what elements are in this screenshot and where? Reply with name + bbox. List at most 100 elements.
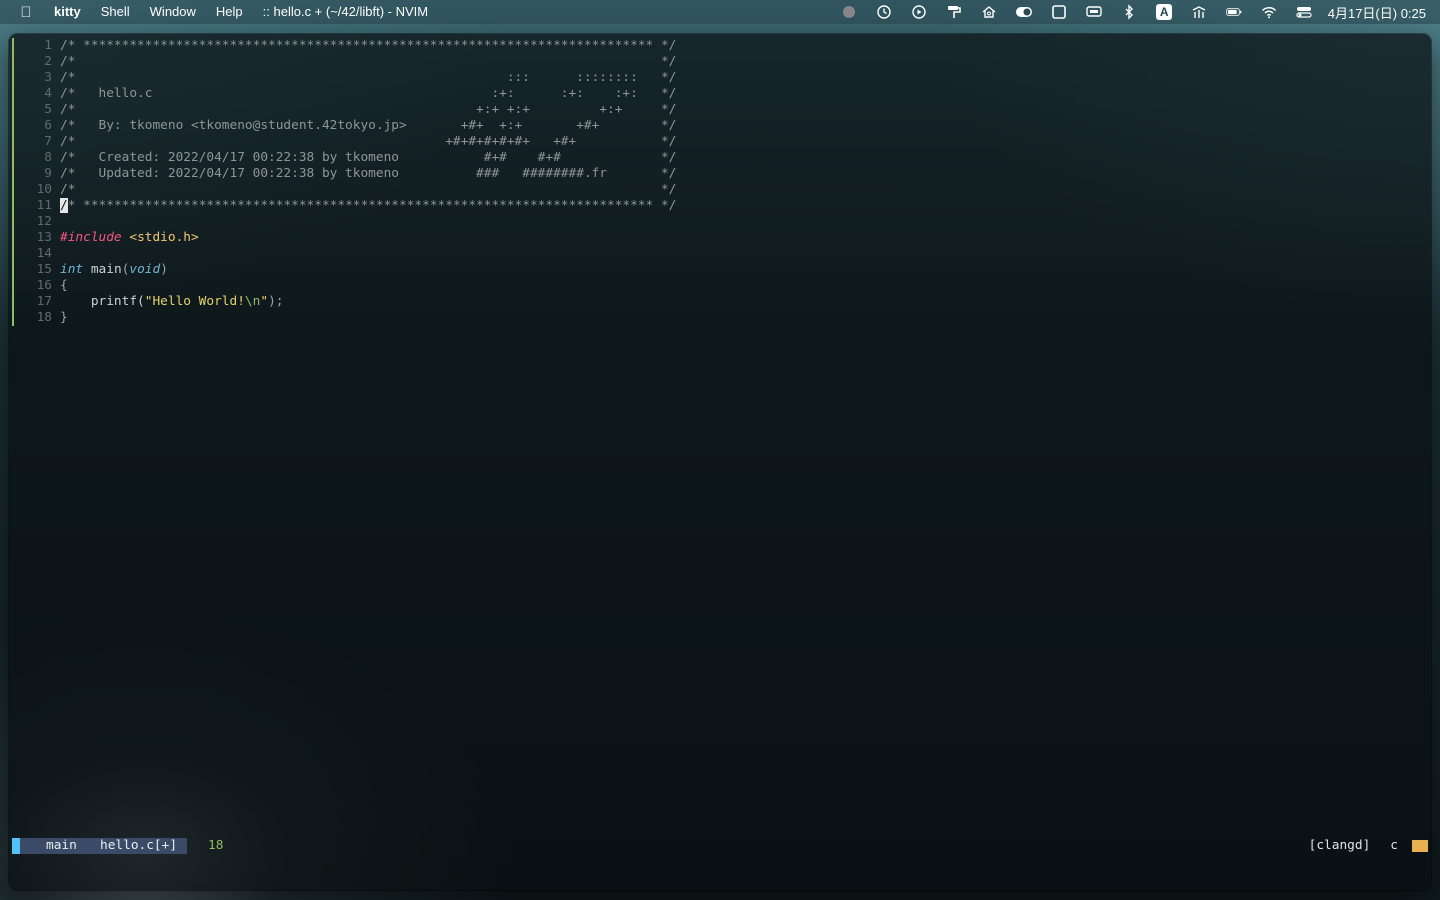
- statusline-right: [clangd] c: [1297, 838, 1428, 854]
- editor-buffer[interactable]: 1 /* ************************************…: [12, 38, 1422, 326]
- string-literal: "Hello World!: [144, 294, 245, 309]
- code-line: 17 printf("Hello World!\n");: [12, 294, 1422, 310]
- code-line: 1 /* ************************************…: [12, 38, 1422, 54]
- code-line: 3 /* ::: :::::::: */: [12, 70, 1422, 86]
- include-keyword: #include: [60, 230, 122, 245]
- line-number: 2: [44, 54, 52, 69]
- menu-clock[interactable]: 4月17日(日) 0:25: [1322, 3, 1426, 22]
- line-number: 8: [44, 150, 52, 165]
- code-text[interactable]: /* Created: 2022/04/17 00:22:38 by tkome…: [60, 150, 676, 166]
- mode-indicator: [12, 838, 20, 854]
- type-keyword: void: [129, 262, 161, 277]
- code-line: 9 /* Updated: 2022/04/17 00:22:38 by tkom…: [12, 166, 1422, 182]
- line-number: 6: [44, 118, 52, 133]
- escape-sequence: \n: [244, 294, 261, 309]
- code-text[interactable]: /* +:+ +:+ +:+ */: [60, 102, 676, 118]
- line-number: 4: [44, 86, 52, 101]
- line-number: 18: [36, 310, 52, 325]
- code-line: 4 /* hello.c :+: :+: :+: */: [12, 86, 1422, 102]
- code-text[interactable]: /* */: [60, 182, 676, 198]
- code-line: 16 {: [12, 278, 1422, 294]
- line-number: 10: [36, 182, 52, 197]
- input-source-icon[interactable]: A: [1147, 0, 1182, 24]
- code-text[interactable]: /* ::: :::::::: */: [60, 70, 676, 86]
- code-text[interactable]: /* */: [60, 54, 676, 70]
- include-header: <stdio.h>: [129, 230, 199, 245]
- line-number: 7: [44, 134, 52, 149]
- code-line: 5 /* +:+ +:+ +:+ */: [12, 102, 1422, 118]
- code-text[interactable]: }: [60, 310, 68, 326]
- function-name: main: [90, 262, 122, 277]
- code-line: 11 /* ***********************************…: [12, 198, 1422, 214]
- code-line: 2 /* */: [12, 54, 1422, 70]
- code-line: 7 /* +#+#+#+#+#+ +#+ */: [12, 134, 1422, 150]
- network-icon[interactable]: [1182, 0, 1217, 24]
- code-line: 13 #include <stdio.h>: [12, 230, 1422, 246]
- control-center-icon[interactable]: [1287, 0, 1322, 24]
- input-source-label: A: [1156, 4, 1173, 20]
- code-text[interactable]: printf("Hello World!\n");: [60, 294, 284, 310]
- window-icon[interactable]: [1042, 0, 1077, 24]
- play-circle-icon[interactable]: [902, 0, 937, 24]
- code-line: 6 /* By: tkomeno <tkomeno@student.42tokyo…: [12, 118, 1422, 134]
- git-branch-section: main hello.c[+]: [20, 838, 187, 854]
- menu-shell[interactable]: Shell: [91, 0, 140, 24]
- filetype-label: c: [1390, 838, 1398, 853]
- toggle-icon[interactable]: [1007, 0, 1042, 24]
- line-number: 5: [44, 102, 52, 117]
- bluetooth-icon[interactable]: [1112, 0, 1147, 24]
- line-number: 15: [36, 262, 52, 277]
- code-text[interactable]: /* +#+#+#+#+#+ +#+ */: [60, 134, 676, 150]
- line-number: 17: [36, 294, 52, 309]
- home-icon[interactable]: [972, 0, 1007, 24]
- menu-bar:  kitty Shell Window Help :: hello.c + (…: [0, 0, 1440, 24]
- file-name: hello.c[+]: [100, 838, 178, 853]
- diff-added-count: 18: [208, 838, 224, 853]
- line-number: 11: [36, 198, 52, 213]
- menu-help[interactable]: Help: [206, 0, 253, 24]
- terminal-window[interactable]: 1 /* ************************************…: [9, 34, 1431, 890]
- string-literal-end: ": [260, 294, 269, 309]
- code-line: 18}: [12, 310, 1422, 326]
- printf-call: printf(: [60, 294, 145, 309]
- scroll-position-block: [1412, 840, 1428, 852]
- window-title: :: hello.c + (~/42/libft) - NVIM: [262, 4, 429, 19]
- cast-icon[interactable]: [1077, 0, 1112, 24]
- code-line: 14: [12, 246, 1422, 262]
- code-text[interactable]: /* hello.c :+: :+: :+: */: [60, 86, 676, 102]
- code-line: 10 /* */: [12, 182, 1422, 198]
- code-line: 8 /* Created: 2022/04/17 00:22:38 by tkom…: [12, 150, 1422, 166]
- paren: ): [160, 262, 168, 277]
- type-keyword: int: [60, 262, 84, 277]
- code-text[interactable]: {: [60, 278, 68, 294]
- statement-end: );: [268, 294, 284, 309]
- code-text[interactable]: /* Updated: 2022/04/17 00:22:38 by tkome…: [60, 166, 676, 182]
- comment-border: * **************************************…: [67, 198, 677, 213]
- line-number: 14: [36, 246, 52, 261]
- code-line: 15 int main(void): [12, 262, 1422, 278]
- statusline: main hello.c[+] 18 [clangd] c: [12, 838, 1428, 854]
- text-cursor: /: [60, 198, 68, 213]
- wifi-icon[interactable]: [1252, 0, 1287, 24]
- line-number: 3: [44, 70, 52, 85]
- line-number: 16: [36, 278, 52, 293]
- git-diff-added: 18: [204, 838, 223, 854]
- paint-roller-icon[interactable]: [937, 0, 972, 24]
- git-branch-name: main: [46, 838, 77, 853]
- code-text[interactable]: /* By: tkomeno <tkomeno@student.42tokyo.…: [60, 118, 676, 134]
- code-text[interactable]: /* *************************************…: [60, 198, 676, 214]
- time-machine-icon[interactable]: [867, 0, 902, 24]
- code-text[interactable]: int main(void): [60, 262, 168, 278]
- code-line: 12: [12, 214, 1422, 230]
- code-text[interactable]: #include <stdio.h>: [60, 230, 199, 246]
- battery-icon[interactable]: [1217, 0, 1252, 24]
- code-text[interactable]: /* *************************************…: [60, 38, 676, 54]
- menu-window[interactable]: Window: [140, 0, 206, 24]
- line-number: 12: [36, 214, 52, 229]
- line-number: 1: [44, 38, 52, 53]
- record-dot-icon[interactable]: [832, 0, 867, 24]
- lsp-status: [clangd]: [1308, 838, 1371, 853]
- line-number: 13: [36, 230, 52, 245]
- menu-app-kitty[interactable]: kitty: [44, 0, 91, 24]
- apple-icon[interactable]: : [8, 4, 44, 21]
